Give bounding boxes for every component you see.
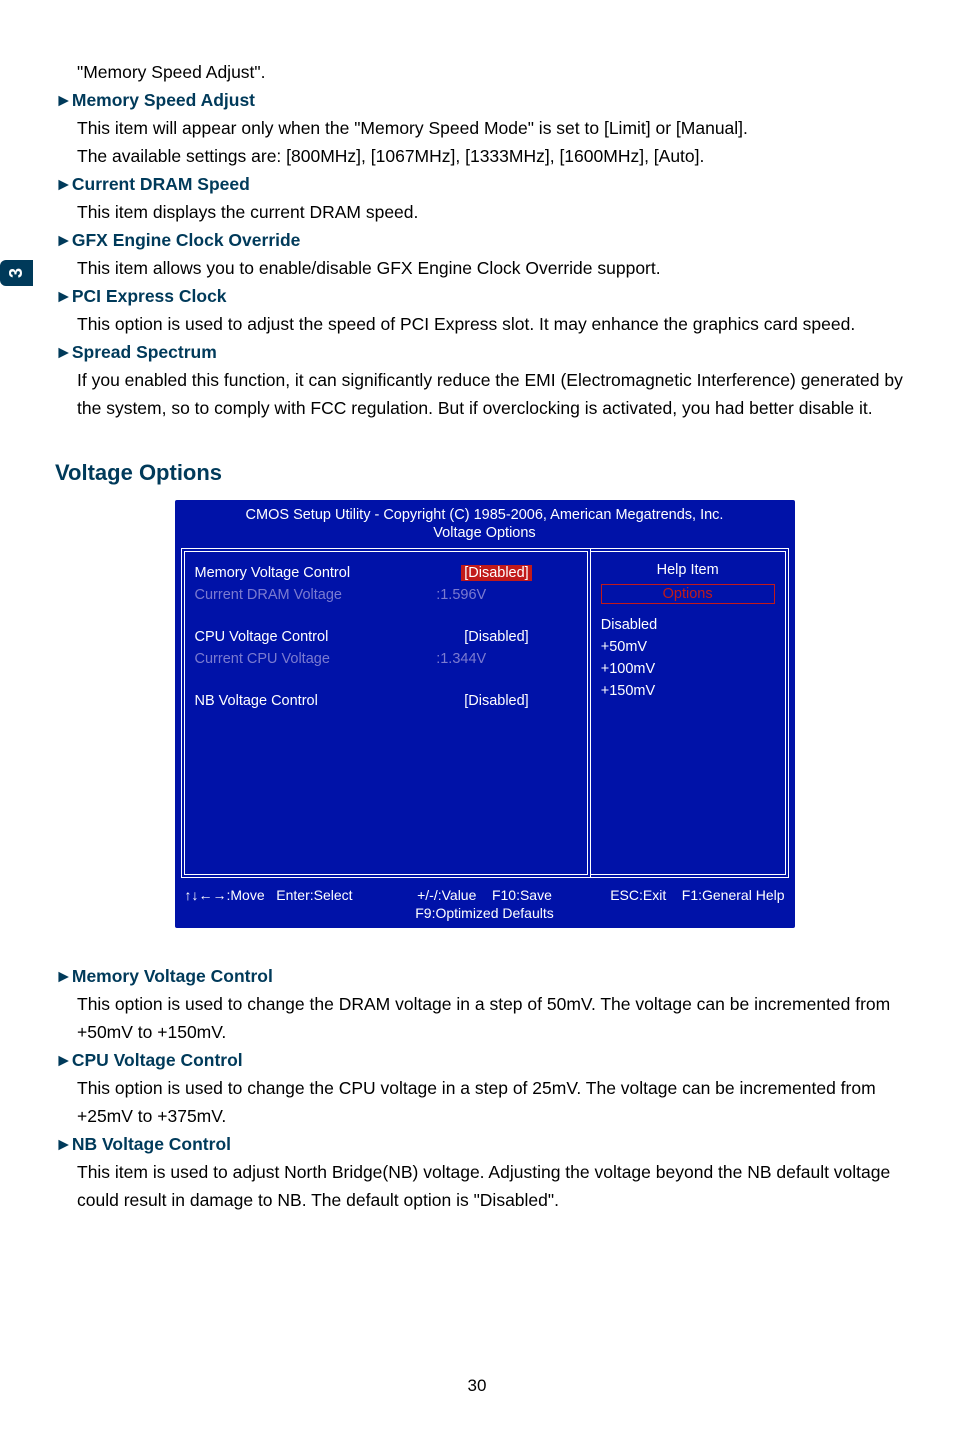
bios-row: Current CPU Voltage :1.344V — [195, 648, 577, 670]
spacer — [195, 670, 577, 690]
bios-header-line1: CMOS Setup Utility - Copyright (C) 1985-… — [175, 506, 795, 524]
arrow-icon: ► — [55, 338, 67, 366]
heading-label: CPU Voltage Control — [72, 1050, 243, 1070]
heading-label: GFX Engine Clock Override — [72, 230, 301, 250]
bios-value: [Disabled] — [416, 562, 577, 584]
bios-row[interactable]: Memory Voltage Control [Disabled] — [195, 562, 577, 584]
bios-label: Memory Voltage Control — [195, 562, 417, 584]
footer-mid: +/-/:Value F10:Save F9:Optimized Default… — [372, 886, 597, 922]
option[interactable]: +50mV — [601, 636, 775, 658]
bios-value: [Disabled] — [416, 690, 577, 712]
heading-memory-speed-adjust: ► Memory Speed Adjust — [55, 86, 914, 114]
arrow-icon: ► — [55, 170, 67, 198]
chapter-tab: 3 — [0, 260, 33, 286]
bios-header-line2: Voltage Options — [175, 524, 795, 542]
body-text: This option is used to adjust the speed … — [77, 310, 914, 338]
heading-label: NB Voltage Control — [72, 1134, 231, 1154]
bios-footer: ↑↓←→:Move Enter:Select +/-/:Value F10:Sa… — [175, 882, 795, 924]
arrow-icon: ► — [55, 226, 67, 254]
arrow-icon: ► — [55, 1130, 67, 1158]
section-voltage-options: Voltage Options — [55, 460, 914, 486]
bios-label: Current DRAM Voltage — [195, 584, 417, 606]
arrow-icon: ► — [55, 1046, 67, 1074]
heading-mem-voltage-control: ► Memory Voltage Control — [55, 962, 914, 990]
arrow-icon: ► — [55, 282, 67, 310]
body-text: This item is used to adjust North Bridge… — [77, 1158, 914, 1214]
footer-move: ↑↓←→:Move — [185, 887, 265, 903]
bios-body: Memory Voltage Control [Disabled] Curren… — [181, 548, 789, 878]
heading-label: Memory Voltage Control — [72, 966, 273, 986]
heading-current-dram-speed: ► Current DRAM Speed — [55, 170, 914, 198]
footer-exit: ESC:Exit — [610, 887, 666, 903]
body-text: This item displays the current DRAM spee… — [77, 198, 914, 226]
bios-row[interactable]: NB Voltage Control [Disabled] — [195, 690, 577, 712]
options-list: Disabled +50mV +100mV +150mV — [601, 614, 775, 702]
heading-label: Spread Spectrum — [72, 342, 217, 362]
heading-spread-spectrum: ► Spread Spectrum — [55, 338, 914, 366]
intro-text: "Memory Speed Adjust". — [77, 58, 914, 86]
body-text: This item will appear only when the "Mem… — [77, 114, 914, 142]
bios-left-panel: Memory Voltage Control [Disabled] Curren… — [181, 548, 591, 878]
bios-label: NB Voltage Control — [195, 690, 417, 712]
bios-selected-value: [Disabled] — [461, 565, 531, 581]
footer-defaults: F9:Optimized Defaults — [415, 905, 554, 921]
bios-label: CPU Voltage Control — [195, 626, 417, 648]
arrow-icon: ► — [55, 86, 67, 114]
option[interactable]: Disabled — [601, 614, 775, 636]
body-text: This option is used to change the DRAM v… — [77, 990, 914, 1046]
bios-header: CMOS Setup Utility - Copyright (C) 1985-… — [175, 500, 795, 546]
body-text: This item allows you to enable/disable G… — [77, 254, 914, 282]
bios-value: :1.344V — [416, 648, 577, 670]
footer-save: F10:Save — [492, 887, 552, 903]
spacer — [195, 606, 577, 626]
body-text: If you enabled this function, it can sig… — [77, 366, 914, 422]
option[interactable]: +100mV — [601, 658, 775, 680]
heading-nb-voltage-control: ► NB Voltage Control — [55, 1130, 914, 1158]
heading-label: Memory Speed Adjust — [72, 90, 255, 110]
bios-row: Current DRAM Voltage :1.596V — [195, 584, 577, 606]
bios-right-panel: Help Item Options Disabled +50mV +100mV … — [591, 548, 789, 878]
heading-gfx-engine: ► GFX Engine Clock Override — [55, 226, 914, 254]
footer-help: F1:General Help — [682, 887, 785, 903]
options-title: Options — [601, 584, 775, 604]
bios-value: [Disabled] — [416, 626, 577, 648]
footer-select: Enter:Select — [276, 887, 352, 903]
bios-value: :1.596V — [416, 584, 577, 606]
footer-left: ↑↓←→:Move Enter:Select — [185, 886, 373, 922]
bios-row[interactable]: CPU Voltage Control [Disabled] — [195, 626, 577, 648]
option[interactable]: +150mV — [601, 680, 775, 702]
arrow-icon: ► — [55, 962, 67, 990]
page-number: 30 — [0, 1376, 954, 1396]
page-content: "Memory Speed Adjust". ► Memory Speed Ad… — [55, 58, 914, 1214]
heading-label: Current DRAM Speed — [72, 174, 250, 194]
body-text: This option is used to change the CPU vo… — [77, 1074, 914, 1130]
footer-right: ESC:Exit F1:General Help — [597, 886, 785, 922]
bios-label: Current CPU Voltage — [195, 648, 417, 670]
help-title: Help Item — [601, 562, 775, 578]
body-text: The available settings are: [800MHz], [1… — [77, 142, 914, 170]
bios-screenshot: CMOS Setup Utility - Copyright (C) 1985-… — [175, 500, 795, 928]
heading-label: PCI Express Clock — [72, 286, 227, 306]
footer-value: +/-/:Value — [417, 887, 476, 903]
heading-cpu-voltage-control: ► CPU Voltage Control — [55, 1046, 914, 1074]
heading-pci-express: ► PCI Express Clock — [55, 282, 914, 310]
